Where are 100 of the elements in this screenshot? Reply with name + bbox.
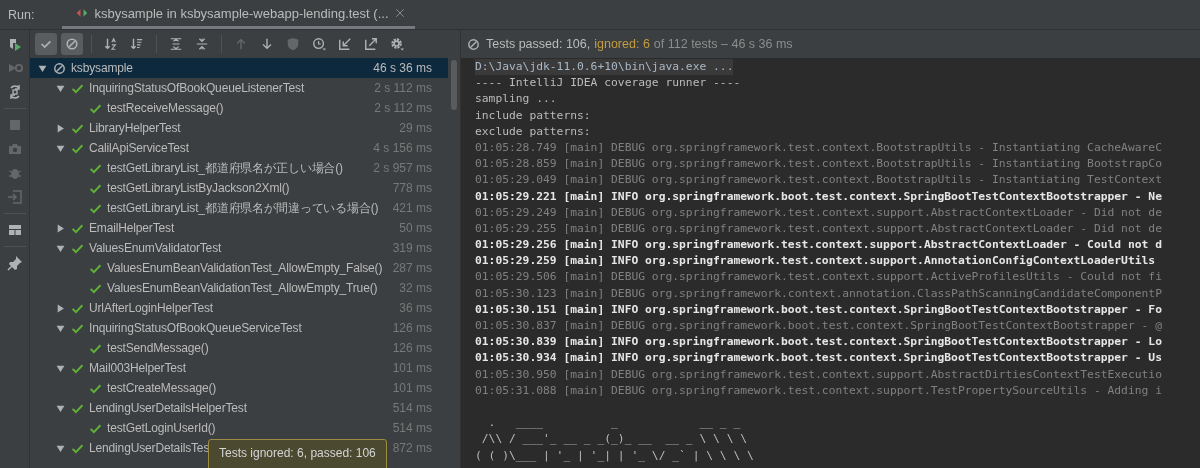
- test-duration: 421 ms: [391, 201, 432, 215]
- test-name: ValuesEnumBeanValidationTest_AllowEmpty_True(): [107, 281, 378, 295]
- test-name: LendingUserDetailsTes: [89, 441, 210, 455]
- log-line: 01:05:28.859 [main] DEBUG org.springframework.test.context.BootstrapUtils - Instantiating BootstrapCo: [475, 156, 1162, 173]
- expanded-arrow-icon[interactable]: [55, 323, 65, 333]
- tooltip: Tests ignored: 6, passed: 106: [208, 439, 387, 468]
- test-duration: 126 ms: [391, 321, 432, 335]
- close-icon[interactable]: [394, 8, 405, 18]
- log-line: 01:05:30.950 [main] DEBUG org.springframework.test.context.support.AbstractDirtiesContextTestExecutio: [475, 366, 1162, 383]
- test-name: Mail003HelperTest: [89, 361, 186, 375]
- log-line: 01:05:31.088 [main] DEBUG org.springframework.test.context.support.TestPropertySourceUtils - Adding i: [475, 382, 1162, 399]
- test-duration: 126 ms: [391, 341, 432, 355]
- test-duration: 101 ms: [391, 361, 432, 375]
- log-line: 01:05:28.749 [main] DEBUG org.springframework.test.context.BootstrapUtils - Instantiating CacheAwareC: [475, 139, 1162, 156]
- collapse-all-icon: [195, 37, 209, 51]
- tests-passed-text: Tests passed: 106,: [486, 37, 591, 51]
- collapsed-arrow-icon[interactable]: [55, 303, 65, 313]
- test-duration: 29 ms: [398, 121, 432, 135]
- expanded-arrow-icon[interactable]: [55, 443, 65, 453]
- expanded-arrow-icon[interactable]: [55, 363, 65, 373]
- test-name: LendingUserDetailsHelperTest: [89, 401, 247, 415]
- test-duration: 50 ms: [398, 221, 432, 235]
- test-name: testGetLoginUserId(): [107, 421, 216, 435]
- test-name: testGetLibraryListByJackson2Xml(): [107, 181, 290, 195]
- selected-tree-row[interactable]: ksbysample 46 s 36 ms: [30, 58, 448, 78]
- run-label: Run:: [7, 6, 36, 24]
- test-duration: 4 s 156 ms: [372, 141, 432, 155]
- test-name: EmailHelperTest: [89, 221, 175, 235]
- test-duration: 287 ms: [391, 261, 432, 275]
- test-name: ValuesEnumBeanValidationTest_AllowEmpty_False(): [107, 261, 383, 275]
- layout-icon[interactable]: [6, 222, 23, 238]
- console-line: ---- IntelliJ IDEA coverage runner ----: [475, 75, 741, 92]
- test-name: testCreateMessage(): [107, 381, 217, 395]
- console-line: exclude patterns:: [475, 123, 591, 140]
- sort-alpha-icon: [104, 37, 118, 51]
- expanded-arrow-icon[interactable]: [55, 403, 65, 413]
- test-name: ksbysample: [71, 61, 133, 75]
- expanded-arrow-icon[interactable]: [37, 63, 47, 73]
- test-duration: 514 ms: [391, 421, 432, 435]
- test-name: testSendMessage(): [107, 341, 209, 355]
- export-icon: [364, 37, 378, 51]
- test-duration: 778 ms: [391, 181, 432, 195]
- test-duration: 514 ms: [391, 401, 432, 415]
- sort-duration-icon: [130, 37, 144, 51]
- log-line: 01:05:29.506 [main] DEBUG org.springframework.test.context.support.ActiveProfilesUtils - Could not fi: [475, 269, 1162, 286]
- log-line: 01:05:29.049 [main] DEBUG org.springframework.test.context.BootstrapUtils - Instantiating TestContext: [475, 172, 1162, 189]
- ignored-icon: [467, 37, 480, 51]
- up-arrow-icon: [234, 37, 248, 51]
- test-name: UrlAfterLoginHelperTest: [89, 301, 213, 315]
- log-line: 01:05:30.839 [main] INFO org.springframework.boot.test.context.SpringBootTestContextBootstrapper - Lo: [475, 334, 1162, 351]
- test-duration: 36 ms: [398, 301, 432, 315]
- test-duration: 2 s 957 ms: [372, 161, 432, 175]
- check-button[interactable]: [35, 33, 57, 55]
- log-line: 01:05:30.837 [main] DEBUG org.springframework.boot.test.context.SpringBootTestContextBootstrapper - @: [475, 318, 1162, 334]
- log-line: 01:05:29.256 [main] INFO org.springframework.test.context.support.AbstractContextLoader - Could not d: [475, 237, 1162, 254]
- test-name: testGetLibraryList_都道府県名が間違っている場合(): [107, 199, 379, 217]
- collapsed-arrow-icon[interactable]: [55, 123, 65, 133]
- log-line: 01:05:29.221 [main] INFO org.springframework.boot.test.context.SpringBootTestContextBootstrapper - Ne: [475, 188, 1162, 205]
- console-line: /\\ / ___'_ __ _ _(_)_ __ __ _ \ \ \ \: [480, 431, 748, 448]
- test-duration: 101 ms: [391, 381, 432, 395]
- test-name: ValuesEnumValidatorTest: [89, 241, 222, 255]
- log-line: 01:05:29.259 [main] INFO org.springframework.test.context.support.AnnotationConfigContextLoaderUtils: [475, 253, 1156, 270]
- test-name: testReceiveMessage(): [107, 101, 224, 115]
- scrollbar-thumb[interactable]: [451, 60, 457, 110]
- console-line: sampling ...: [475, 91, 557, 108]
- expanded-arrow-icon[interactable]: [55, 83, 65, 93]
- ignored-icon: [65, 37, 79, 51]
- collapsed-arrow-icon[interactable]: [55, 223, 65, 233]
- log-line: 01:05:30.151 [main] INFO org.springframework.boot.test.context.SpringBootTestContextBootstrapper - Fo: [475, 301, 1162, 318]
- console-line: ( ( )\___ | '_ | '_| | '_ \/ _` | \ \ \ \: [475, 447, 754, 464]
- down-arrow-icon: [260, 37, 274, 51]
- test-name: LibraryHelperTest: [89, 121, 181, 135]
- log-line: 01:05:30.123 [main] DEBUG org.springframework.context.annotation.ClassPathScanningCandidateComponentP: [475, 285, 1162, 302]
- expand-all-icon: [169, 37, 183, 51]
- test-name: CalilApiServiceTest: [89, 141, 189, 155]
- log-line: 01:05:29.255 [main] DEBUG org.springframework.test.context.support.AbstractContextLoader - Did not de: [475, 220, 1162, 237]
- expanded-arrow-icon[interactable]: [55, 243, 65, 253]
- shield-icon: [286, 37, 300, 51]
- clock-icon: [312, 37, 326, 51]
- settings-icon: [390, 37, 404, 51]
- test-name: InquiringStatusOfBookQueueServiceTest: [89, 321, 302, 335]
- expanded-arrow-icon[interactable]: [55, 143, 65, 153]
- log-line: 01:05:30.934 [main] INFO org.springframework.boot.test.context.SpringBootTestContextBootstrapper - Us: [475, 350, 1162, 367]
- test-duration: 32 ms: [398, 281, 432, 295]
- test-duration: 46 s 36 ms: [372, 61, 432, 75]
- test-duration: 2 s 112 ms: [373, 81, 432, 95]
- test-name: InquiringStatusOfBookQueueListenerTest: [89, 81, 305, 95]
- test-name: testGetLibraryList_都道府県名が正しい場合(): [107, 159, 343, 177]
- tests-ignored-text: ignored: 6: [594, 37, 650, 51]
- log-line: 01:05:29.249 [main] DEBUG org.springframework.test.context.support.AbstractContextLoader - Did not de: [475, 204, 1162, 221]
- ignored-button[interactable]: [61, 33, 83, 55]
- test-duration: 2 s 112 ms: [373, 101, 432, 115]
- test-duration: 872 ms: [391, 441, 432, 455]
- console-line: include patterns:: [475, 107, 591, 124]
- tests-total-text: of 112 tests – 46 s 36 ms: [653, 37, 793, 51]
- pin-icon[interactable]: [6, 255, 23, 271]
- run-config-icon: [76, 7, 89, 19]
- test-duration: 319 ms: [391, 241, 432, 255]
- import-icon: [338, 37, 352, 51]
- console-line: . ____ _ __ _ _: [487, 415, 741, 432]
